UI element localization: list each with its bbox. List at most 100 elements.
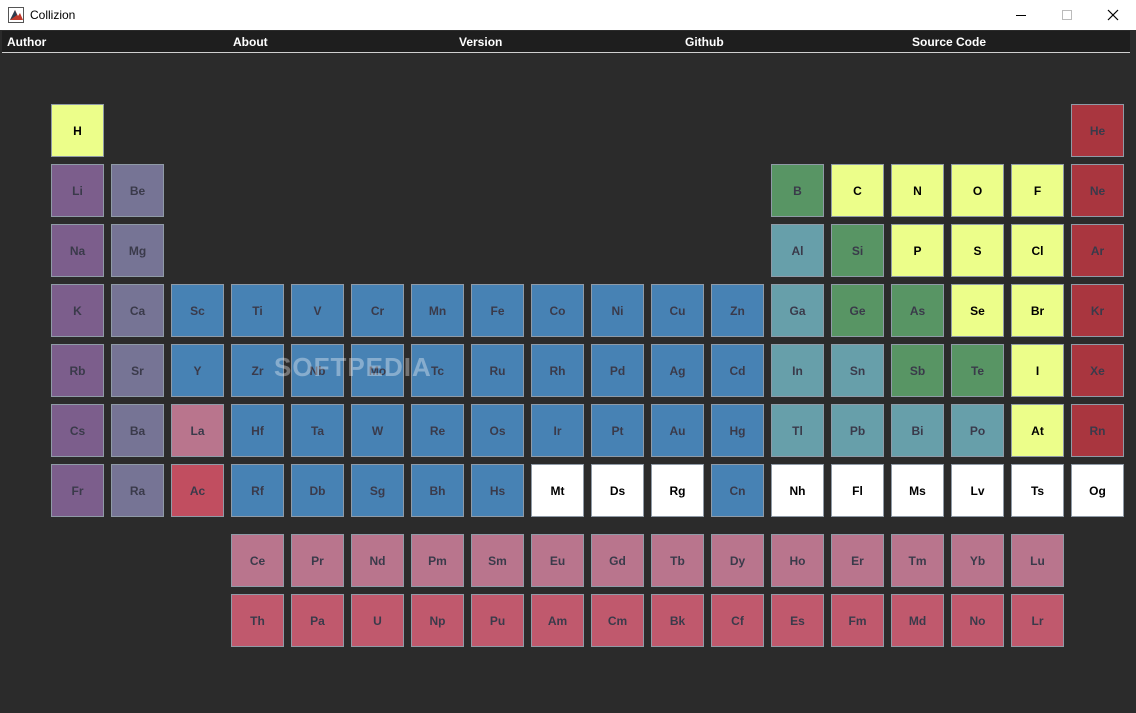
menu-version[interactable]: Version xyxy=(459,35,502,49)
element-mg[interactable]: Mg xyxy=(111,224,164,277)
element-th[interactable]: Th xyxy=(231,594,284,647)
element-kr[interactable]: Kr xyxy=(1071,284,1124,337)
element-h[interactable]: H xyxy=(51,104,104,157)
element-ra[interactable]: Ra xyxy=(111,464,164,517)
element-al[interactable]: Al xyxy=(771,224,824,277)
element-v[interactable]: V xyxy=(291,284,344,337)
element-fm[interactable]: Fm xyxy=(831,594,884,647)
element-zn[interactable]: Zn xyxy=(711,284,764,337)
element-cs[interactable]: Cs xyxy=(51,404,104,457)
element-tm[interactable]: Tm xyxy=(891,534,944,587)
element-au[interactable]: Au xyxy=(651,404,704,457)
element-ti[interactable]: Ti xyxy=(231,284,284,337)
element-ts[interactable]: Ts xyxy=(1011,464,1064,517)
element-md[interactable]: Md xyxy=(891,594,944,647)
element-np[interactable]: Np xyxy=(411,594,464,647)
menu-author[interactable]: Author xyxy=(7,35,46,49)
element-ds[interactable]: Ds xyxy=(591,464,644,517)
element-es[interactable]: Es xyxy=(771,594,824,647)
element-sn[interactable]: Sn xyxy=(831,344,884,397)
element-co[interactable]: Co xyxy=(531,284,584,337)
element-cd[interactable]: Cd xyxy=(711,344,764,397)
element-ar[interactable]: Ar xyxy=(1071,224,1124,277)
element-li[interactable]: Li xyxy=(51,164,104,217)
element-re[interactable]: Re xyxy=(411,404,464,457)
menu-about[interactable]: About xyxy=(233,35,268,49)
element-rf[interactable]: Rf xyxy=(231,464,284,517)
element-o[interactable]: O xyxy=(951,164,1004,217)
element-zr[interactable]: Zr xyxy=(231,344,284,397)
element-lv[interactable]: Lv xyxy=(951,464,1004,517)
element-ce[interactable]: Ce xyxy=(231,534,284,587)
element-ne[interactable]: Ne xyxy=(1071,164,1124,217)
element-br[interactable]: Br xyxy=(1011,284,1064,337)
element-na[interactable]: Na xyxy=(51,224,104,277)
element-yb[interactable]: Yb xyxy=(951,534,1004,587)
element-f[interactable]: F xyxy=(1011,164,1064,217)
element-at[interactable]: At xyxy=(1011,404,1064,457)
element-b[interactable]: B xyxy=(771,164,824,217)
element-nd[interactable]: Nd xyxy=(351,534,404,587)
element-in[interactable]: In xyxy=(771,344,824,397)
element-sm[interactable]: Sm xyxy=(471,534,524,587)
element-hs[interactable]: Hs xyxy=(471,464,524,517)
element-pu[interactable]: Pu xyxy=(471,594,524,647)
element-ho[interactable]: Ho xyxy=(771,534,824,587)
element-sg[interactable]: Sg xyxy=(351,464,404,517)
element-fl[interactable]: Fl xyxy=(831,464,884,517)
element-tb[interactable]: Tb xyxy=(651,534,704,587)
element-ga[interactable]: Ga xyxy=(771,284,824,337)
element-rb[interactable]: Rb xyxy=(51,344,104,397)
element-w[interactable]: W xyxy=(351,404,404,457)
element-cu[interactable]: Cu xyxy=(651,284,704,337)
element-bi[interactable]: Bi xyxy=(891,404,944,457)
element-xe[interactable]: Xe xyxy=(1071,344,1124,397)
element-hf[interactable]: Hf xyxy=(231,404,284,457)
element-mn[interactable]: Mn xyxy=(411,284,464,337)
element-hg[interactable]: Hg xyxy=(711,404,764,457)
element-pb[interactable]: Pb xyxy=(831,404,884,457)
element-ms[interactable]: Ms xyxy=(891,464,944,517)
close-button[interactable] xyxy=(1090,0,1136,30)
element-fr[interactable]: Fr xyxy=(51,464,104,517)
element-po[interactable]: Po xyxy=(951,404,1004,457)
element-cf[interactable]: Cf xyxy=(711,594,764,647)
element-as[interactable]: As xyxy=(891,284,944,337)
element-cr[interactable]: Cr xyxy=(351,284,404,337)
element-bh[interactable]: Bh xyxy=(411,464,464,517)
element-ge[interactable]: Ge xyxy=(831,284,884,337)
element-ba[interactable]: Ba xyxy=(111,404,164,457)
element-fe[interactable]: Fe xyxy=(471,284,524,337)
element-tl[interactable]: Tl xyxy=(771,404,824,457)
element-lu[interactable]: Lu xyxy=(1011,534,1064,587)
element-ru[interactable]: Ru xyxy=(471,344,524,397)
element-cm[interactable]: Cm xyxy=(591,594,644,647)
element-no[interactable]: No xyxy=(951,594,1004,647)
element-mo[interactable]: Mo xyxy=(351,344,404,397)
maximize-button[interactable] xyxy=(1044,0,1090,30)
element-s[interactable]: S xyxy=(951,224,1004,277)
element-er[interactable]: Er xyxy=(831,534,884,587)
element-y[interactable]: Y xyxy=(171,344,224,397)
element-cn[interactable]: Cn xyxy=(711,464,764,517)
element-og[interactable]: Og xyxy=(1071,464,1124,517)
element-rh[interactable]: Rh xyxy=(531,344,584,397)
element-rn[interactable]: Rn xyxy=(1071,404,1124,457)
element-mt[interactable]: Mt xyxy=(531,464,584,517)
element-i[interactable]: I xyxy=(1011,344,1064,397)
element-bk[interactable]: Bk xyxy=(651,594,704,647)
element-am[interactable]: Am xyxy=(531,594,584,647)
element-dy[interactable]: Dy xyxy=(711,534,764,587)
element-tc[interactable]: Tc xyxy=(411,344,464,397)
element-u[interactable]: U xyxy=(351,594,404,647)
element-n[interactable]: N xyxy=(891,164,944,217)
element-se[interactable]: Se xyxy=(951,284,1004,337)
minimize-button[interactable] xyxy=(998,0,1044,30)
element-db[interactable]: Db xyxy=(291,464,344,517)
element-te[interactable]: Te xyxy=(951,344,1004,397)
element-pa[interactable]: Pa xyxy=(291,594,344,647)
element-la[interactable]: La xyxy=(171,404,224,457)
element-ac[interactable]: Ac xyxy=(171,464,224,517)
element-lr[interactable]: Lr xyxy=(1011,594,1064,647)
element-p[interactable]: P xyxy=(891,224,944,277)
